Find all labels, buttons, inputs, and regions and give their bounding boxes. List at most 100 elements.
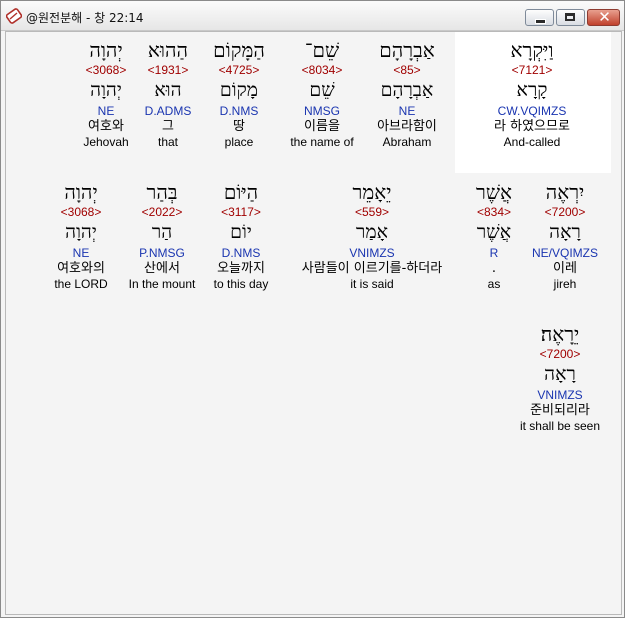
morphology-code: P.NMSG <box>139 246 185 260</box>
korean-gloss: 준비되리라 <box>530 403 590 418</box>
hebrew-word: הַהוּא <box>147 38 189 62</box>
english-gloss: as <box>487 277 501 291</box>
hebrew-root: אָמַר <box>356 221 388 243</box>
strong-number[interactable]: <8034> <box>282 62 362 78</box>
hebrew-word: הַמָּקוֹם <box>213 38 265 62</box>
close-icon: ✕ <box>598 8 611 26</box>
word-cell[interactable]: הַמָּקוֹם <4725> מָקוֹם D.NMS 땅 place <box>204 38 274 150</box>
hebrew-root: אֲשֶׁר <box>476 221 512 243</box>
hebrew-word: אֲשֶׁר <box>476 180 512 204</box>
strong-number[interactable]: <7200> <box>522 204 608 220</box>
hebrew-root: הַר <box>151 221 173 243</box>
strong-number[interactable]: <3068> <box>74 62 138 78</box>
word-cell[interactable]: הַיּוֹם <3117> יוֹם D.NMS 오늘까지 to this d… <box>206 180 276 292</box>
english-gloss: In the mount <box>128 277 196 291</box>
strong-number[interactable]: <834> <box>464 204 524 220</box>
hebrew-word: יְהוָה <box>64 180 98 204</box>
minimize-icon <box>535 19 546 24</box>
english-gloss: to this day <box>213 277 269 291</box>
word-cell[interactable]: יִרְאֶה <7200> רָאָה NE/VQIMZS 이레 jireh <box>522 180 608 292</box>
word-cell[interactable]: יְהוָה <3068> יְהוָה NE 여호와 Jehovah <box>74 38 138 150</box>
morphology-code: VNIMZS <box>349 246 395 260</box>
korean-gloss: 사람들이 이르기를-하더라 <box>301 261 443 276</box>
morphology-code: D.NMS <box>221 246 261 260</box>
strong-number[interactable]: <7200> <box>510 346 610 362</box>
word-cell[interactable]: יְהוָה <3068> יְהוָה NE 여호와의 the LORD <box>46 180 116 292</box>
hebrew-root: יְהוָה <box>90 79 122 101</box>
morphology-code: NE <box>72 246 90 260</box>
strong-number[interactable]: <85> <box>362 62 452 78</box>
strong-number[interactable]: <3117> <box>206 204 276 220</box>
parsing-panel: וַיִּקְרָא <7121> קָרָא CW.VQIMZS 라 하였으므… <box>5 31 622 615</box>
strong-number[interactable]: <1931> <box>136 62 200 78</box>
english-gloss: Jehovah <box>83 135 129 149</box>
english-gloss: that <box>157 135 178 149</box>
korean-gloss: 여호와의 <box>57 261 105 276</box>
app-window: @원전분해 - 창 22:14 ✕ וַיִּקְרָא <7121> קָרָ… <box>0 0 625 618</box>
morphology-code: NE/VQIMZS <box>531 246 598 260</box>
morphology-code: D.NMS <box>219 104 259 118</box>
hebrew-root: הוּא <box>154 79 182 101</box>
strong-number[interactable]: <4725> <box>204 62 274 78</box>
hebrew-root: קָרָא <box>516 79 548 101</box>
hebrew-word: שֵׁם־ <box>304 38 340 62</box>
maximize-button[interactable] <box>556 9 585 26</box>
strong-number[interactable]: <2022> <box>122 204 202 220</box>
word-cell[interactable]: יֵרָאֶה׃ <7200> רָאָה VNIMZS 준비되리라 it sh… <box>510 322 610 434</box>
english-gloss: it shall be seen <box>519 419 601 433</box>
hebrew-root: אַבְרָהָם <box>380 79 434 101</box>
hebrew-word: וַיִּקְרָא <box>510 38 554 62</box>
strong-number[interactable]: <3068> <box>46 204 116 220</box>
app-icon[interactable] <box>5 8 23 24</box>
strong-number[interactable]: <559> <box>284 204 460 220</box>
english-gloss: And-called <box>503 135 561 149</box>
word-cell[interactable]: וַיִּקְרָא <7121> קָרָא CW.VQIMZS 라 하였으므… <box>467 38 597 150</box>
hebrew-word: יִרְאֶה <box>545 180 585 204</box>
korean-gloss: 산에서 <box>144 261 180 276</box>
korean-gloss: 라 하였으므로 <box>494 119 570 134</box>
korean-gloss: 이레 <box>553 261 577 276</box>
hebrew-root: יְהוָה <box>65 221 97 243</box>
morphology-code: NE <box>398 104 416 118</box>
word-cell[interactable]: שֵׁם־ <8034> שֵׁם NMSG 이름을 the name of <box>282 38 362 150</box>
hebrew-word: הַיּוֹם <box>223 180 259 204</box>
hebrew-root: שֵׁם <box>309 79 335 101</box>
close-button[interactable]: ✕ <box>587 8 620 26</box>
korean-gloss: 땅 <box>233 119 245 134</box>
word-cell[interactable]: יֵאָמֵר <559> אָמַר VNIMZS 사람들이 이르기를-하더라… <box>284 180 460 292</box>
korean-gloss: 아브라함이 <box>377 119 437 134</box>
hebrew-word: יֵאָמֵר <box>352 180 392 204</box>
morphology-code: VNIMZS <box>537 388 583 402</box>
hebrew-word: יֵרָאֶה׃ <box>540 322 580 346</box>
english-gloss: place <box>224 135 254 149</box>
korean-gloss: 그 <box>162 119 174 134</box>
hebrew-root: מָקוֹם <box>219 79 259 101</box>
hebrew-word: בְּהַר <box>146 180 178 204</box>
maximize-icon <box>565 13 575 21</box>
english-gloss: Abraham <box>382 135 432 149</box>
english-gloss: it is said <box>350 277 394 291</box>
english-gloss: jireh <box>553 277 577 291</box>
hebrew-root: יוֹם <box>230 221 252 243</box>
english-gloss: the LORD <box>54 277 108 291</box>
morphology-code: CW.VQIMZS <box>497 104 567 118</box>
hebrew-root: רָאָה <box>549 221 581 243</box>
title-bar[interactable]: @원전분해 - 창 22:14 ✕ <box>1 1 624 31</box>
minimize-button[interactable] <box>525 9 554 26</box>
window-title: @원전분해 - 창 22:14 <box>26 11 144 25</box>
morphology-code: NMSG <box>304 104 340 118</box>
word-cell[interactable]: הַהוּא <1931> הוּא D.ADMS 그 that <box>136 38 200 150</box>
hebrew-word: אַבְרָהָם <box>379 38 435 62</box>
hebrew-root: רָאָה <box>544 363 576 385</box>
word-cell[interactable]: אַבְרָהָם <85> אַבְרָהָם NE 아브라함이 Abraha… <box>362 38 452 150</box>
korean-gloss: 여호와 <box>88 119 124 134</box>
english-gloss: the name of <box>290 135 354 149</box>
morphology-code: R <box>489 246 499 260</box>
word-cell[interactable]: בְּהַר <2022> הַר P.NMSG 산에서 In the moun… <box>122 180 202 292</box>
morphology-code: NE <box>97 104 115 118</box>
korean-gloss: 이름을 <box>304 119 340 134</box>
strong-number[interactable]: <7121> <box>467 62 597 78</box>
korean-gloss: . <box>491 261 497 276</box>
word-cell[interactable]: אֲשֶׁר <834> אֲשֶׁר R . as <box>464 180 524 292</box>
hebrew-word: יְהוָה <box>89 38 123 62</box>
